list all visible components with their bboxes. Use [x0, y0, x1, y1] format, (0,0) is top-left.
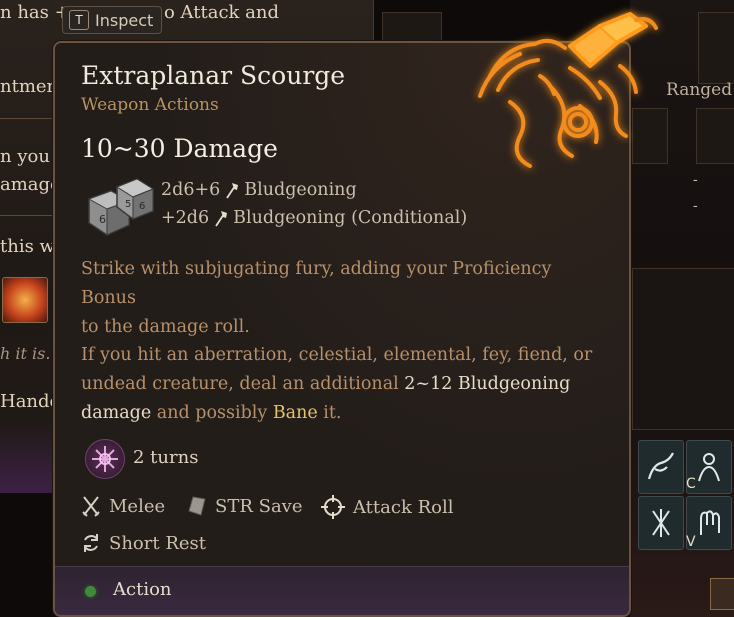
- description-conditional: If you hit an aberration, celestial, ele…: [81, 341, 611, 428]
- attack-property: Attack Roll: [321, 495, 454, 519]
- curse-rune-icon: [85, 439, 125, 479]
- background-text: ntmen: [0, 76, 59, 97]
- damage-type: Bludgeoning (Conditional): [233, 208, 468, 228]
- svg-text:6: 6: [99, 213, 106, 226]
- range-property: Melee: [81, 495, 165, 517]
- expand-button[interactable]: [710, 578, 734, 610]
- inspect-label: Inspect: [95, 10, 154, 30]
- range-label: Melee: [109, 495, 166, 517]
- dice-icon: 6 6 5: [87, 178, 155, 236]
- duration-label: 2 turns: [133, 447, 199, 468]
- mace-icon: [226, 183, 239, 199]
- save-label: STR Save: [215, 495, 303, 517]
- description-text: and possibly: [151, 403, 273, 423]
- shield-icon: [188, 496, 206, 516]
- inspect-button[interactable]: T Inspect: [62, 6, 162, 34]
- background-text: Hande: [0, 391, 61, 412]
- divider: [0, 118, 60, 119]
- background-text: o Attack and: [164, 2, 279, 23]
- description-text: undead creature, deal an additional: [81, 374, 405, 394]
- recharge-label: Short Rest: [109, 532, 206, 554]
- attack-label: Attack Roll: [353, 496, 454, 518]
- crosshair-icon: [321, 495, 345, 519]
- inspect-hotkey: T: [69, 10, 89, 30]
- description-line: Strike with subjugating fury, adding you…: [81, 259, 552, 308]
- equipment-slot[interactable]: [696, 108, 734, 164]
- ranged-label: Ranged: [666, 80, 733, 100]
- background-text: h it is.: [0, 344, 51, 363]
- conditional-damage: 2~12 Bludgeoning: [404, 374, 571, 394]
- bane-link[interactable]: Bane: [273, 403, 318, 423]
- mace-icon: [215, 211, 228, 227]
- divider: [0, 215, 60, 216]
- description-line: undead creature, deal an additional 2~12…: [81, 370, 611, 399]
- hotkey-v: V: [686, 534, 696, 550]
- save-property: STR Save: [187, 495, 303, 517]
- description-primary: Strike with subjugating fury, adding you…: [81, 255, 611, 342]
- refresh-icon: [84, 534, 98, 552]
- hotkey-c: C: [686, 476, 696, 492]
- stat-dash: -: [693, 172, 698, 188]
- portrait-panel: [632, 268, 734, 430]
- tooltip-subtitle: Weapon Actions: [81, 95, 219, 115]
- equipment-slot[interactable]: [698, 12, 734, 84]
- svg-text:6: 6: [139, 201, 145, 212]
- stat-dash: -: [693, 198, 698, 214]
- action-resource-icon: [85, 586, 96, 597]
- tooltip-title: Extraplanar Scourge: [81, 61, 346, 90]
- action-cost-bar: Action: [55, 566, 629, 615]
- background-text: amage: [0, 174, 61, 195]
- description-text: it.: [317, 403, 342, 423]
- damage-dice: 2d6+6: [161, 180, 221, 200]
- svg-text:5: 5: [125, 199, 131, 210]
- description-line: to the damage roll.: [81, 317, 250, 337]
- recharge-property: Short Rest: [81, 532, 206, 554]
- background-text: n has +: [0, 2, 70, 23]
- crossed-swords-icon: [82, 496, 100, 517]
- damage-dice: +2d6: [161, 208, 210, 228]
- damage-range: 10~30 Damage: [81, 134, 278, 163]
- description-line: If you hit an aberration, celestial, ele…: [81, 345, 593, 365]
- spell-slot[interactable]: [638, 440, 684, 494]
- action-cost-label: Action: [113, 579, 172, 600]
- spell-slot[interactable]: [638, 496, 684, 550]
- damage-type: Bludgeoning: [244, 180, 357, 200]
- description-text: damage: [81, 403, 152, 423]
- scourge-action-icon[interactable]: [2, 277, 48, 323]
- extraplanar-scourge-emblem-icon: [478, 12, 658, 168]
- description-line: damage and possibly Bane it.: [81, 399, 611, 428]
- damage-line: +2d6 Bludgeoning (Conditional): [161, 208, 467, 228]
- damage-line: 2d6+6 Bludgeoning: [161, 180, 357, 200]
